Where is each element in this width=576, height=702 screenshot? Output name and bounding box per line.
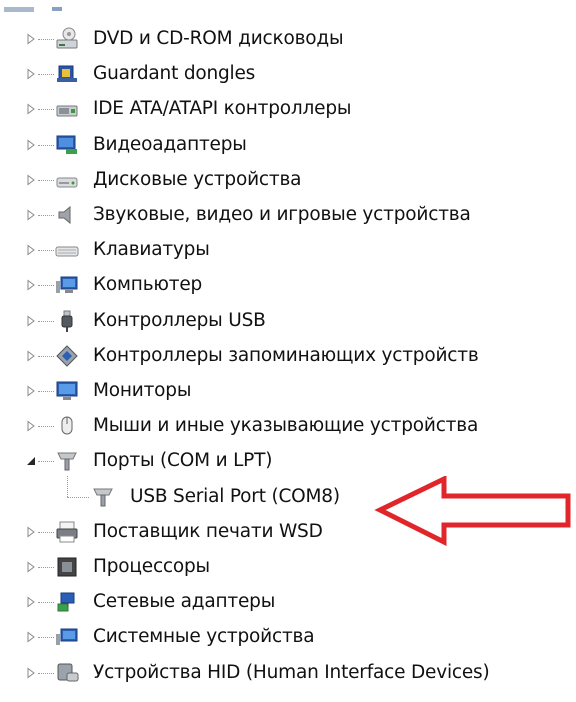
expand-triangle-icon[interactable] bbox=[24, 67, 38, 81]
expand-triangle-icon[interactable] bbox=[24, 278, 38, 292]
tree-item[interactable]: Guardant dongles bbox=[0, 57, 576, 91]
truncated-top-item bbox=[0, 0, 92, 12]
tree-item-label: Устройства HID (Human Interface Devices) bbox=[93, 661, 490, 683]
expand-triangle-icon[interactable] bbox=[24, 630, 38, 644]
tree-item-label: Мониторы bbox=[93, 380, 192, 401]
expand-triangle-icon[interactable] bbox=[24, 314, 38, 328]
tree-item[interactable]: IDE ATA/ATAPI контроллеры bbox=[0, 92, 576, 126]
tree-item[interactable]: Контроллеры запоминающих устройств bbox=[0, 339, 576, 373]
computer-icon bbox=[54, 272, 80, 298]
ide-controller-icon bbox=[54, 96, 80, 122]
tree-connector-line bbox=[38, 285, 54, 287]
display-adapter-icon bbox=[54, 132, 80, 158]
tree-item-label: Процессоры bbox=[93, 556, 210, 577]
tree-connector-line bbox=[38, 391, 54, 392]
keyboard-icon bbox=[54, 237, 80, 263]
tree-item-label: Видеоадаптеры bbox=[93, 133, 247, 155]
tree-connector-line bbox=[38, 74, 54, 76]
expand-triangle-icon[interactable] bbox=[24, 138, 38, 152]
tree-item[interactable]: Процессоры bbox=[0, 550, 576, 584]
tree-connector-line bbox=[38, 39, 54, 40]
processor-icon bbox=[54, 554, 80, 580]
system-device-icon bbox=[54, 624, 80, 650]
tree-connector-line bbox=[38, 109, 54, 111]
tree-item[interactable]: Сетевые адаптеры bbox=[0, 585, 576, 619]
tree-connector-line bbox=[67, 496, 89, 498]
expand-triangle-icon[interactable] bbox=[24, 525, 38, 539]
expand-triangle-icon[interactable] bbox=[24, 419, 38, 433]
expand-triangle-icon[interactable] bbox=[24, 208, 38, 222]
tree-item[interactable]: Устройства HID (Human Interface Devices) bbox=[0, 656, 576, 690]
tree-item-label: Поставщик печати WSD bbox=[93, 520, 323, 542]
tree-item[interactable]: Дисковые устройства bbox=[0, 163, 576, 197]
port-icon bbox=[54, 448, 80, 474]
expand-triangle-icon[interactable] bbox=[24, 560, 38, 574]
collapse-triangle-icon[interactable] bbox=[24, 454, 38, 468]
monitor-icon bbox=[54, 378, 80, 404]
tree-connector-line bbox=[38, 320, 54, 322]
tree-item-label: Мыши и иные указывающие устройства bbox=[93, 415, 479, 437]
tree-item[interactable]: Контроллеры USB bbox=[0, 304, 576, 338]
tree-item-label: DVD и CD-ROM дисководы bbox=[93, 28, 344, 49]
expand-triangle-icon[interactable] bbox=[24, 384, 38, 398]
tree-item[interactable]: Звуковые, видео и игровые устройства bbox=[0, 198, 576, 232]
printer-icon bbox=[54, 519, 80, 545]
tree-connector-line bbox=[38, 355, 54, 357]
tree-item-label: USB Serial Port (COM8) bbox=[130, 485, 340, 507]
expand-triangle-icon[interactable] bbox=[24, 32, 38, 46]
expand-triangle-icon[interactable] bbox=[24, 102, 38, 116]
tree-item[interactable]: Компьютер bbox=[0, 268, 576, 302]
speaker-icon bbox=[54, 202, 80, 228]
tree-item-label: Клавиатуры bbox=[93, 239, 210, 261]
tree-item-label: Системные устройства bbox=[93, 626, 315, 648]
tree-item-label: Сетевые адаптеры bbox=[93, 591, 276, 613]
expand-triangle-icon[interactable] bbox=[24, 595, 38, 609]
expand-triangle-icon[interactable] bbox=[24, 243, 38, 257]
tree-item[interactable]: Мыши и иные указывающие устройства bbox=[0, 409, 576, 443]
tree-item-label: Контроллеры запоминающих устройств bbox=[93, 344, 479, 366]
tree-item-label: Контроллеры USB bbox=[93, 309, 266, 331]
expand-triangle-icon[interactable] bbox=[24, 173, 38, 187]
storage-controller-icon bbox=[54, 343, 80, 369]
hid-device-icon bbox=[54, 660, 80, 686]
tree-connector-line bbox=[38, 602, 54, 604]
tree-item-label: Компьютер bbox=[93, 274, 203, 296]
tree-connector-line bbox=[38, 461, 54, 463]
disk-drive-icon bbox=[54, 167, 80, 193]
mouse-icon bbox=[54, 413, 80, 439]
tree-connector-line bbox=[67, 475, 68, 497]
expand-triangle-icon[interactable] bbox=[24, 349, 38, 363]
tree-connector-line bbox=[38, 672, 54, 674]
dvd-drive-icon bbox=[54, 26, 80, 52]
tree-item-label: Guardant dongles bbox=[93, 63, 256, 85]
tree-item-label: IDE ATA/ATAPI контроллеры bbox=[93, 98, 352, 120]
network-adapter-icon bbox=[54, 589, 80, 615]
tree-item[interactable]: Видеоадаптеры bbox=[0, 128, 576, 162]
tree-connector-line bbox=[38, 144, 54, 146]
tree-item-label: Порты (COM и LPT) bbox=[93, 450, 273, 472]
dongle-icon bbox=[54, 61, 80, 87]
tree-connector-line bbox=[38, 426, 54, 428]
tree-item[interactable]: Системные устройства bbox=[0, 620, 576, 654]
tree-item[interactable]: Порты (COM и LPT) bbox=[0, 444, 576, 478]
tree-item[interactable]: Мониторы bbox=[0, 374, 576, 408]
tree-connector-line bbox=[38, 179, 54, 181]
tree-connector-line bbox=[38, 637, 54, 639]
tree-item[interactable]: Клавиатуры bbox=[0, 233, 576, 267]
usb-plug-icon bbox=[54, 308, 80, 334]
tree-item-label: Дисковые устройства bbox=[93, 168, 302, 190]
expand-triangle-icon[interactable] bbox=[24, 666, 38, 680]
tree-item-label: Звуковые, видео и игровые устройства bbox=[93, 204, 471, 225]
tree-connector-line bbox=[38, 531, 54, 533]
red-arrow-annotation bbox=[374, 476, 571, 546]
tree-connector-line bbox=[38, 567, 54, 568]
port-icon bbox=[90, 484, 116, 510]
tree-connector-line bbox=[38, 215, 54, 216]
tree-connector-line bbox=[38, 250, 54, 252]
tree-item[interactable]: DVD и CD-ROM дисководы bbox=[0, 22, 576, 56]
device-manager-tree: DVD и CD-ROM дисководы Guardant dongles ID… bbox=[0, 0, 576, 702]
